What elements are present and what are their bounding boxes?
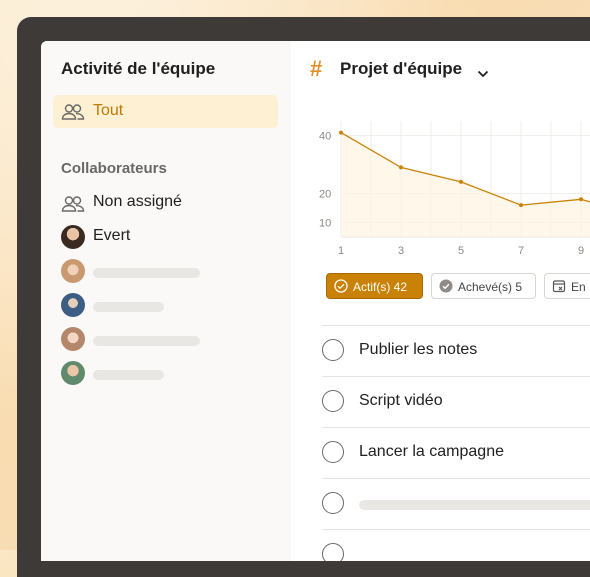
- filter-bar: Actif(s) 42 Achevé(s) 5 En: [326, 273, 590, 301]
- name-placeholder: [93, 268, 200, 278]
- task-checkbox[interactable]: [322, 441, 344, 463]
- task-row[interactable]: Publier les notes: [322, 325, 590, 377]
- task-checkbox[interactable]: [322, 390, 344, 412]
- name-placeholder: [93, 302, 164, 312]
- sidebar-item-evert-label: Evert: [93, 227, 131, 244]
- avatar: [61, 327, 85, 351]
- y-tick-label: 10: [319, 218, 331, 230]
- filter-other-button[interactable]: En: [544, 273, 590, 299]
- sidebar-item-evert[interactable]: Evert: [61, 225, 281, 251]
- sidebar-item-all-label: Tout: [93, 102, 124, 119]
- x-tick-label: 7: [518, 245, 524, 257]
- avatar: [61, 259, 85, 283]
- check-circle-icon: [334, 279, 348, 296]
- task-row[interactable]: Script vidéo: [322, 376, 590, 428]
- task-title: Publier les notes: [359, 341, 478, 358]
- y-tick-label: 20: [319, 189, 331, 201]
- sidebar-item-member[interactable]: [61, 259, 281, 285]
- x-tick-label: 3: [398, 245, 404, 257]
- sidebar-item-unassigned-label: Non assigné: [93, 193, 182, 210]
- name-placeholder: [93, 336, 200, 346]
- sidebar-item-member[interactable]: [61, 327, 281, 353]
- data-point: [579, 197, 583, 202]
- x-tick-label: 1: [338, 245, 344, 257]
- task-row[interactable]: [322, 529, 590, 561]
- filter-active-label: Actif(s) 42: [353, 280, 408, 294]
- data-point: [459, 179, 463, 184]
- calendar-x-icon: [552, 279, 566, 296]
- activity-chart: 40 20 10 1 3 5 7 9: [319, 121, 590, 257]
- x-tick-label: 5: [458, 245, 464, 257]
- data-point: [519, 203, 523, 208]
- sidebar-item-member[interactable]: [61, 361, 281, 387]
- data-point: [339, 130, 343, 135]
- data-point: [399, 165, 403, 170]
- task-row[interactable]: [322, 478, 590, 530]
- collaborators-heading: Collaborateurs: [61, 160, 167, 177]
- avatar: [61, 293, 85, 317]
- task-title: Lancer la campagne: [359, 443, 504, 460]
- task-row[interactable]: Lancer la campagne: [322, 427, 590, 479]
- task-checkbox[interactable]: [322, 339, 344, 361]
- team-icon: [61, 192, 85, 216]
- filter-active-button[interactable]: Actif(s) 42: [326, 273, 423, 299]
- check-circle-icon: [439, 279, 453, 296]
- sidebar-item-member[interactable]: [61, 293, 281, 319]
- x-tick-label: 9: [578, 245, 584, 257]
- filter-done-button[interactable]: Achevé(s) 5: [431, 273, 536, 299]
- hash-icon: #: [310, 56, 323, 81]
- series-area: [341, 132, 590, 237]
- project-title[interactable]: Projet d'équipe: [340, 59, 462, 79]
- filter-other-label: En: [571, 280, 586, 294]
- sidebar-item-unassigned[interactable]: Non assigné: [61, 191, 281, 217]
- filter-done-label: Achevé(s) 5: [458, 280, 523, 294]
- sidebar-item-all[interactable]: Tout: [53, 95, 278, 128]
- sidebar: Activité de l'équipe Tout Collaborateurs…: [41, 41, 291, 561]
- sidebar-title: Activité de l'équipe: [61, 59, 216, 78]
- y-tick-label: 40: [319, 131, 331, 143]
- task-checkbox[interactable]: [322, 543, 344, 561]
- task-title: Script vidéo: [359, 392, 443, 409]
- name-placeholder: [93, 370, 164, 380]
- task-placeholder: [359, 500, 590, 510]
- avatar: [61, 361, 85, 385]
- chevron-down-icon[interactable]: [477, 65, 489, 83]
- main-panel: # Projet d'équipe 40 20 10 1 3 5 7 9 Actif(s) 4…: [291, 41, 590, 561]
- task-checkbox[interactable]: [322, 492, 344, 514]
- avatar: [61, 225, 85, 249]
- team-icon: [61, 103, 85, 126]
- app-window: Activité de l'équipe Tout Collaborateurs…: [41, 41, 590, 561]
